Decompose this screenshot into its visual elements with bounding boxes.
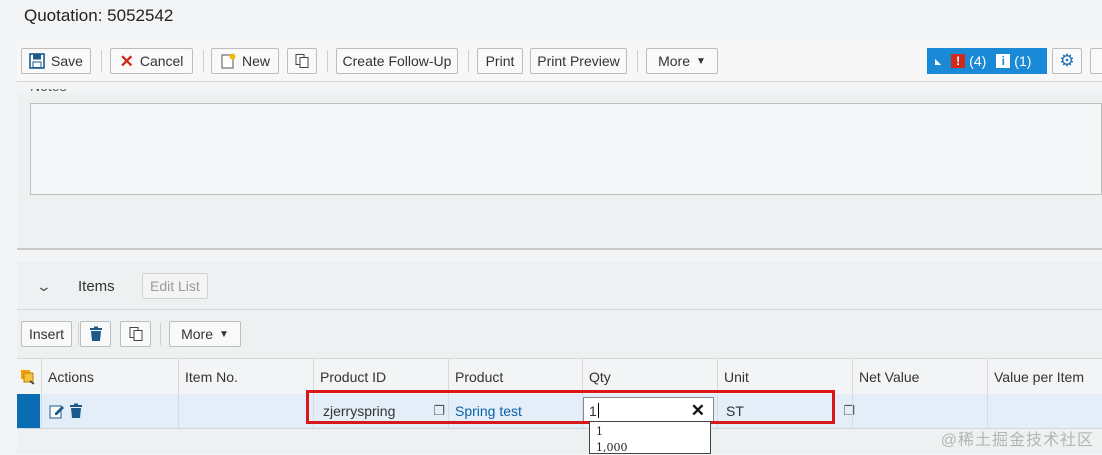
settings-button[interactable]: ⚙: [1052, 48, 1082, 74]
more-label: More: [181, 326, 213, 342]
edit-icon[interactable]: [49, 403, 65, 419]
save-label: Save: [51, 53, 83, 69]
list-item[interactable]: 1: [596, 425, 710, 439]
item-no-cell: [178, 394, 313, 428]
toolbar-separator: [327, 50, 328, 72]
caret-down-icon: ▼: [219, 328, 229, 340]
cancel-label: Cancel: [139, 53, 184, 69]
overflow-button[interactable]: [1090, 48, 1102, 74]
trash-icon[interactable]: [69, 403, 83, 419]
delete-button[interactable]: [80, 321, 111, 347]
collapse-chevron-icon[interactable]: ⌄: [36, 278, 52, 295]
toolbar-separator: [78, 323, 79, 345]
column-header-item-no[interactable]: Item No.: [178, 359, 313, 395]
copy-item-button[interactable]: [120, 321, 151, 347]
column-header-actions[interactable]: Actions: [41, 359, 178, 395]
new-document-icon: [221, 53, 236, 69]
net-value-cell: [852, 394, 987, 428]
list-item[interactable]: 1,000: [596, 441, 710, 455]
save-icon: [29, 53, 45, 69]
toolbar-separator: [160, 323, 161, 345]
row-actions-cell: [41, 394, 178, 428]
copy-icon: [129, 327, 142, 341]
value-per-item-cell: [987, 394, 1102, 428]
info-count: (1): [1014, 53, 1032, 69]
column-header-value-per-item[interactable]: Value per Item: [987, 359, 1102, 395]
error-count: (4): [969, 53, 987, 69]
more-label: More: [658, 53, 690, 69]
info-icon: i: [996, 54, 1011, 68]
create-follow-up-button[interactable]: Create Follow-Up: [336, 48, 458, 74]
page-title: Quotation: 5052542: [24, 6, 174, 25]
caret-down-icon: ▼: [696, 55, 706, 67]
new-label: New: [241, 53, 270, 69]
toolbar-separator: [101, 50, 102, 72]
trash-icon: [89, 326, 102, 341]
messages-button[interactable]: ◣ ! (4) i (1): [927, 48, 1047, 74]
toolbar-separator: [203, 50, 204, 72]
section-divider: [17, 248, 1102, 250]
more-button[interactable]: More ▼: [646, 48, 718, 74]
new-button[interactable]: New: [211, 48, 279, 74]
print-preview-button[interactable]: Print Preview: [530, 48, 627, 74]
items-more-button[interactable]: More ▼: [169, 321, 241, 347]
watermark: @稀土掘金技术社区: [940, 432, 1094, 449]
copy-button[interactable]: [287, 48, 317, 74]
column-settings-icon: [21, 370, 35, 385]
toolbar-separator: [468, 50, 469, 72]
copy-icon: [295, 54, 309, 68]
notes-textarea[interactable]: [30, 103, 1102, 195]
edit-list-button[interactable]: Edit List: [142, 273, 208, 299]
qty-suggestion-list: 1 1,000: [589, 421, 711, 454]
column-header-net-value[interactable]: Net Value: [852, 359, 987, 395]
items-title: Items: [78, 278, 115, 295]
highlight-box: [306, 390, 835, 424]
corner-indicator-icon: ◣: [935, 56, 942, 66]
save-button[interactable]: Save: [21, 48, 91, 74]
insert-button[interactable]: Insert: [21, 321, 72, 347]
print-button[interactable]: Print: [477, 48, 523, 74]
close-icon: ✕: [119, 51, 134, 71]
column-selector[interactable]: [17, 359, 41, 395]
row-selector[interactable]: [17, 394, 40, 428]
main-toolbar: Save ✕ Cancel New Create Follow-Up Print…: [17, 41, 1102, 82]
gear-icon: ⚙: [1059, 51, 1075, 70]
toolbar-separator: [637, 50, 638, 72]
error-icon: !: [951, 54, 966, 68]
cancel-button[interactable]: ✕ Cancel: [110, 48, 193, 74]
